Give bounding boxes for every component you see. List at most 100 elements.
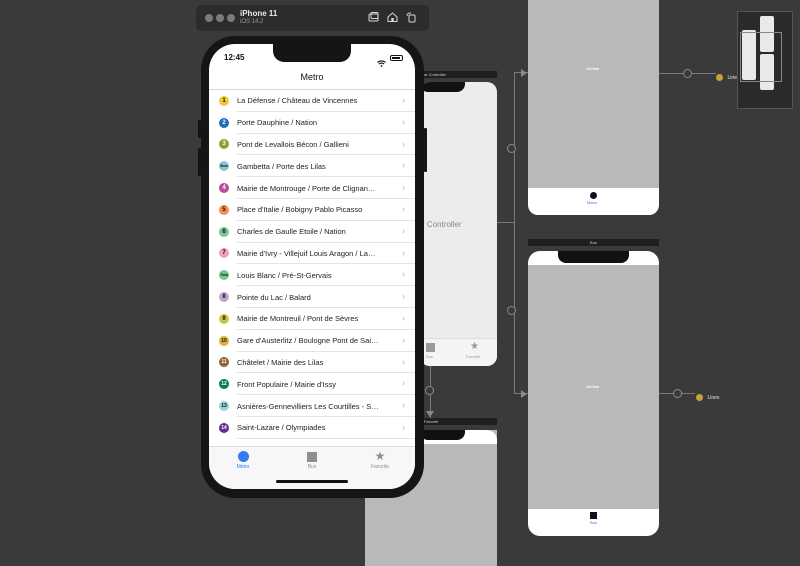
tab-favorite[interactable]: ★ Favorite (346, 449, 414, 470)
metro-line-row[interactable]: 13 Asnières-Gennevilliers Les Courtilles … (209, 395, 415, 417)
line-badge: 7bis (219, 270, 229, 281)
chevron-right-icon: › (402, 312, 405, 323)
uiview-label: UIView (586, 66, 600, 71)
line-badge: 11 (219, 357, 229, 368)
metro-line-row[interactable]: 7 Mairie d'Ivry - Villejuif Louis Aragon … (209, 242, 415, 265)
metro-line-row[interactable]: 10 Gare d'Austerlitz / Boulogne Pont de S… (209, 329, 415, 352)
screenshot-icon[interactable] (367, 12, 379, 24)
line-label: Gambetta / Porte des Lilas (237, 161, 326, 171)
chevron-right-icon: › (402, 291, 405, 302)
line-badge: 13 (219, 401, 229, 412)
line-badge: 14 (219, 422, 229, 433)
line-label: Louis Blanc / Pré-St-Gervais (237, 270, 332, 280)
chevron-right-icon: › (402, 378, 405, 389)
line-badge: 10 (219, 335, 229, 346)
chevron-right-icon: › (402, 225, 405, 236)
bus-scene-title: Bus (528, 239, 659, 246)
chevron-right-icon: › (402, 182, 405, 193)
chevron-right-icon: › (402, 421, 405, 432)
metro-scene[interactable]: UIView Metro (528, 0, 659, 215)
uiview-label: UIView (586, 384, 600, 389)
home-icon[interactable] (386, 12, 398, 24)
bus-scene[interactable]: UIView Bus (528, 251, 659, 536)
square-icon (426, 343, 435, 352)
segue-icon[interactable] (425, 386, 434, 395)
metro-line-row[interactable]: 3bis Gambetta / Porte des Lilas › (209, 155, 415, 178)
chevron-right-icon: › (402, 247, 405, 258)
arrow-icon (521, 390, 527, 398)
metro-line-row[interactable]: 1 La Défense / Château de Vincennes › (209, 90, 415, 112)
tab-bus[interactable]: Bus (278, 451, 346, 470)
minimap-viewport (740, 32, 782, 82)
segue-icon[interactable] (507, 306, 516, 315)
metro-line-row[interactable]: 12 Front Populaire / Mairie d'Issy › (209, 373, 415, 396)
line-label: Front Populaire / Mairie d'Issy (237, 379, 336, 389)
scene-dot-icon (716, 74, 723, 82)
simulator-os-version: iOS 14.2 (240, 19, 264, 25)
line-label: Châtelet / Mairie des Lilas (237, 357, 324, 367)
metro-line-row[interactable]: 3 Pont de Levallois Bécon / Gallieni › (209, 133, 415, 156)
zoom-window-icon[interactable] (227, 14, 235, 22)
side-button (424, 128, 427, 172)
line-label: Gare d'Austerlitz / Boulogne Pont de Sai… (237, 336, 379, 346)
line-badge: 6 (219, 226, 229, 237)
lines-reference[interactable]: Lines (716, 69, 739, 87)
line-label: Porte Dauphine / Nation (237, 118, 318, 128)
metro-line-row[interactable]: 9 Mairie de Montreuil / Pont de Sèvres › (209, 307, 415, 330)
segue-icon[interactable] (673, 389, 682, 398)
tab-bar-controller-scene[interactable]: r Controller Bus ★ Favorite (420, 82, 497, 366)
line-label: La Défense / Château de Vincennes (237, 96, 358, 106)
line-badge: 3 (219, 139, 229, 150)
line-label: Charles de Gaulle Etoile / Nation (237, 227, 346, 237)
controller-scene-title: ar Controller (420, 71, 497, 78)
chevron-right-icon: › (402, 160, 405, 171)
circle-icon (590, 192, 597, 199)
line-badge: 5 (219, 204, 229, 215)
metro-line-row[interactable]: 5 Place d'Italie / Bobigny Pablo Picasso › (209, 198, 415, 221)
lines-label: Lines (707, 394, 720, 401)
controller-title: r Controller (422, 220, 462, 229)
chevron-right-icon: › (402, 400, 405, 411)
metro-line-row[interactable]: 6 Charles de Gaulle Etoile / Nation › (209, 220, 415, 243)
scene-notch (558, 251, 629, 263)
metro-line-row[interactable]: 4 Mairie de Montrouge / Porte de Clignan…… (209, 177, 415, 199)
square-icon (590, 512, 597, 519)
device-screen: 12:45 Metro 1 La Défense / Château de Vin… (209, 44, 415, 489)
tab-label: Favorite (370, 464, 390, 470)
arrow-icon (426, 411, 434, 417)
line-badge: 2 (219, 117, 229, 128)
tab-metro[interactable]: Metro (209, 451, 277, 470)
scene-dot-icon (696, 394, 703, 402)
line-badge: 8 (219, 292, 229, 303)
lines-reference[interactable]: Lines (696, 389, 719, 407)
metro-line-row[interactable]: 14 Saint-Lazare / Olympiades › (209, 416, 415, 439)
metro-line-row[interactable]: 2 Porte Dauphine / Nation › (209, 111, 415, 134)
star-icon: ★ (374, 449, 386, 463)
line-badge: 4 (219, 183, 229, 194)
controller-tab-bus: Bus (426, 354, 433, 359)
tab-label: Metro (236, 464, 250, 470)
close-window-icon[interactable] (205, 14, 213, 22)
home-indicator (276, 480, 348, 483)
storyboard-minimap[interactable] (737, 11, 793, 109)
rotate-icon[interactable] (405, 12, 417, 24)
minimize-window-icon[interactable] (216, 14, 224, 22)
scene-tab-label: Bus (590, 520, 597, 525)
chevron-right-icon: › (402, 334, 405, 345)
segue-icon[interactable] (683, 69, 692, 78)
line-badge: 9 (219, 313, 229, 324)
favorite-scene-title: Favorite (420, 418, 497, 425)
simulator-device-name: iPhone 11 (240, 9, 278, 18)
chevron-right-icon: › (402, 116, 405, 127)
chevron-right-icon: › (402, 203, 405, 214)
line-label: Saint-Lazare / Olympiades (237, 423, 326, 433)
arrow-icon (521, 69, 527, 77)
line-label: Mairie de Montrouge / Porte de Clignan… (237, 183, 376, 193)
metro-line-row[interactable]: 8 Pointe du Lac / Balard › (209, 286, 415, 308)
segue-icon[interactable] (507, 144, 516, 153)
star-icon: ★ (470, 341, 479, 352)
line-badge: 12 (219, 379, 229, 390)
simulator-toolbar: iPhone 11 iOS 14.2 (196, 5, 429, 31)
metro-line-row[interactable]: 7bis Louis Blanc / Pré-St-Gervais › (209, 264, 415, 287)
metro-line-row[interactable]: 11 Châtelet / Mairie des Lilas › (209, 351, 415, 374)
